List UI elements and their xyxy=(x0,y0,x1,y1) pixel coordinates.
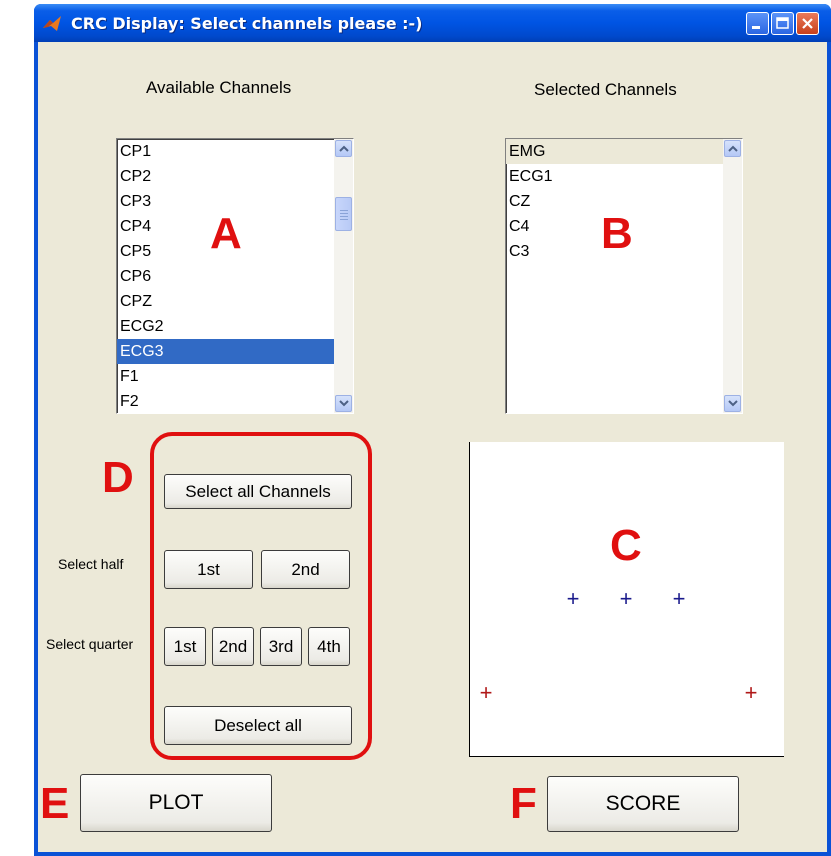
electrode-marker: + xyxy=(566,586,580,611)
select-half-label: Select half xyxy=(58,556,124,572)
list-item[interactable]: F1 xyxy=(117,364,334,389)
list-item[interactable]: F2 xyxy=(117,389,334,413)
close-button[interactable] xyxy=(796,12,819,35)
annotation-d: D xyxy=(102,453,134,502)
electrode-marker: + xyxy=(744,680,758,705)
maximize-button[interactable] xyxy=(771,12,794,35)
available-channels-list[interactable]: CP1 CP2 CP3 CP4 CP5 CP6 CPZ ECG2 ECG3 F1 F2 xyxy=(116,138,354,414)
selected-channels-label: Selected Channels xyxy=(534,80,677,99)
selected-channels-list[interactable]: EMG ECG1 CZ C4 C3 xyxy=(505,138,743,414)
scroll-up-button[interactable] xyxy=(724,140,741,157)
annotation-e: E xyxy=(40,779,70,828)
list-item[interactable]: EMG xyxy=(506,139,723,164)
annotation-b: B xyxy=(601,209,633,258)
scroll-up-button[interactable] xyxy=(335,140,352,157)
chevron-up-icon xyxy=(339,145,349,152)
electrode-marker: + xyxy=(672,586,686,611)
app-window: CRC Display: Select channels please :-) … xyxy=(34,4,831,856)
matlab-logo-icon xyxy=(43,16,61,31)
electrode-marker: + xyxy=(479,680,493,705)
list-item[interactable]: ECG1 xyxy=(506,164,723,189)
scroll-thumb[interactable] xyxy=(335,197,352,231)
score-button[interactable]: SCORE xyxy=(547,776,739,832)
list-item[interactable]: CP1 xyxy=(117,139,334,164)
window-title: CRC Display: Select channels please :-) xyxy=(71,14,423,33)
select-quarter-label: Select quarter xyxy=(46,636,134,652)
list-item[interactable]: ECG3 xyxy=(117,339,334,364)
electrode-marker: + xyxy=(619,586,633,611)
minimize-icon xyxy=(752,26,760,29)
annotation-f: F xyxy=(510,779,537,828)
annotation-a: A xyxy=(210,209,242,258)
title-bar[interactable]: CRC Display: Select channels please :-) xyxy=(34,4,831,42)
scroll-down-button[interactable] xyxy=(724,395,741,412)
selected-scrollbar[interactable] xyxy=(723,139,742,413)
maximize-icon xyxy=(776,17,789,29)
list-item[interactable]: ECG2 xyxy=(117,314,334,339)
available-scrollbar[interactable] xyxy=(334,139,353,413)
close-icon xyxy=(802,18,813,29)
selection-group-highlight xyxy=(150,432,372,760)
list-item[interactable]: CPZ xyxy=(117,289,334,314)
chevron-down-icon xyxy=(728,400,738,407)
electrode-plot[interactable]: + + + + + xyxy=(469,442,784,757)
chevron-up-icon xyxy=(728,145,738,152)
annotation-c: C xyxy=(610,521,642,570)
plot-button[interactable]: PLOT xyxy=(80,774,272,832)
available-channels-label: Available Channels xyxy=(146,78,292,97)
available-channels-items: CP1 CP2 CP3 CP4 CP5 CP6 CPZ ECG2 ECG3 F1 F2 xyxy=(117,139,353,413)
list-item[interactable]: CP2 xyxy=(117,164,334,189)
minimize-button[interactable] xyxy=(746,12,769,35)
scroll-down-button[interactable] xyxy=(335,395,352,412)
list-item[interactable]: CP6 xyxy=(117,264,334,289)
chevron-down-icon xyxy=(339,400,349,407)
